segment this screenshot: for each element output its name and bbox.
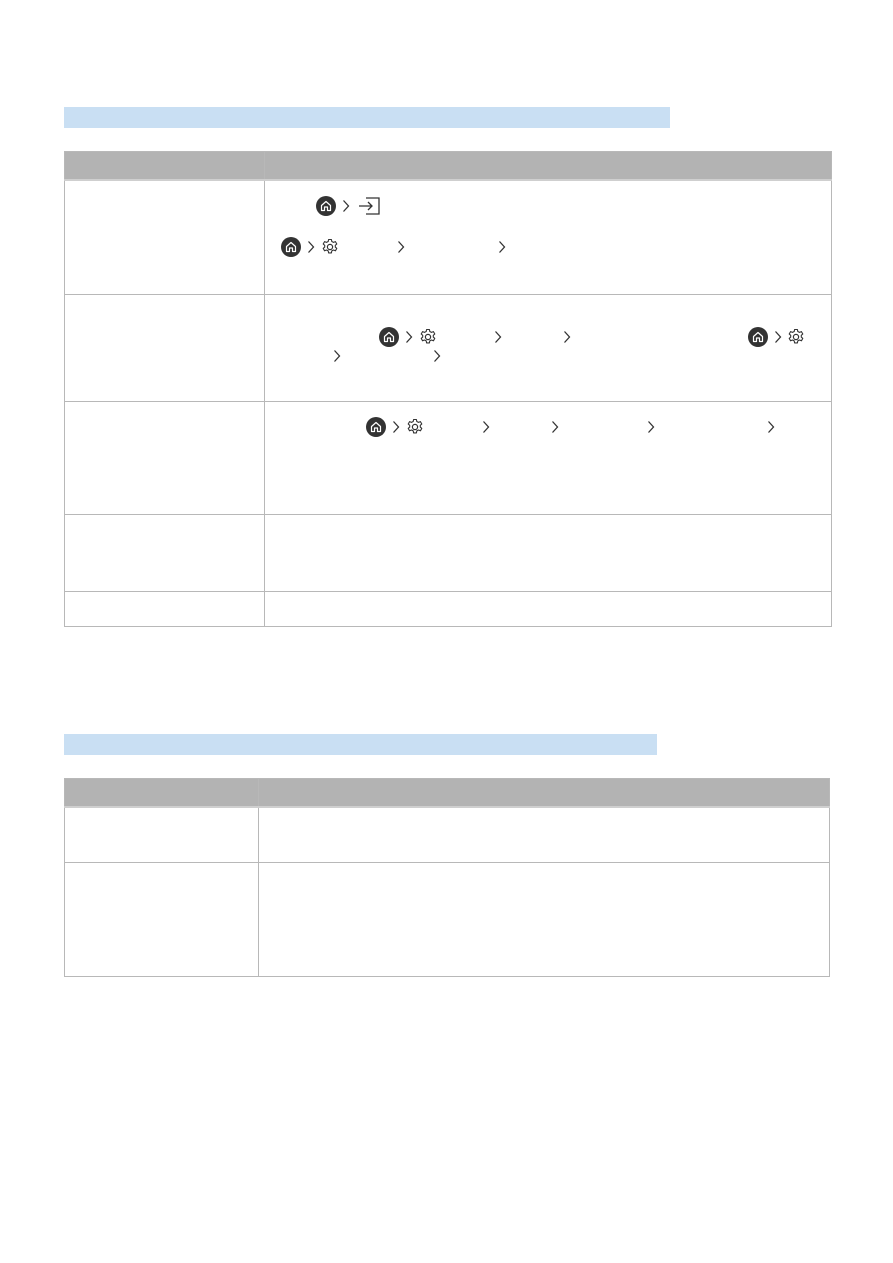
solution-cell (264, 513, 832, 592)
header-solution (258, 778, 830, 808)
solution-cell (264, 400, 832, 515)
home-icon (379, 326, 399, 347)
chevron-right-icon (499, 241, 506, 253)
chevron-right-icon (334, 349, 341, 362)
solution-cell (264, 293, 832, 402)
chevron-right-icon (768, 420, 775, 433)
table-row (64, 400, 832, 515)
chevron-right-icon (434, 349, 441, 362)
table-row (64, 590, 832, 627)
chevron-right-icon (343, 200, 350, 212)
solution-cell (258, 806, 830, 863)
table-row (64, 513, 832, 592)
gear-icon (788, 328, 804, 343)
problem-cell (64, 293, 265, 402)
header-problem (64, 778, 259, 808)
home-icon (748, 326, 768, 347)
problem-cell (64, 861, 259, 977)
chevron-right-icon (406, 330, 413, 343)
chevron-right-icon (648, 420, 655, 433)
troubleshooting-table (64, 151, 832, 627)
table-row (64, 179, 832, 295)
home-icon (316, 196, 336, 216)
chevron-right-icon (308, 241, 315, 253)
table-row (64, 861, 830, 977)
solution-cell (258, 861, 830, 977)
home-icon (281, 237, 301, 257)
gear-icon (407, 418, 423, 433)
chevron-right-icon (552, 420, 559, 433)
home-icon (366, 416, 386, 437)
header-solution (264, 151, 832, 181)
chevron-right-icon (564, 330, 571, 343)
problem-cell (64, 806, 259, 863)
table-row (64, 293, 832, 402)
problem-cell (64, 590, 265, 627)
troubleshooting-table (64, 778, 830, 977)
chevron-right-icon (775, 330, 782, 343)
problem-cell (64, 400, 265, 515)
chevron-right-icon (393, 420, 400, 433)
table-row (64, 806, 830, 863)
source-input-icon (359, 197, 380, 215)
solution-cell (264, 590, 832, 627)
header-problem (64, 151, 265, 181)
section-title-bar (64, 107, 670, 128)
gear-icon (420, 328, 436, 343)
table-header-row (64, 778, 830, 808)
chevron-right-icon (495, 330, 502, 343)
section-title-bar (64, 734, 657, 755)
chevron-right-icon (483, 420, 490, 433)
solution-cell (264, 179, 832, 295)
problem-cell (64, 179, 265, 295)
gear-icon (322, 238, 338, 254)
table-header-row (64, 151, 832, 181)
chevron-right-icon (398, 241, 405, 253)
problem-cell (64, 513, 265, 592)
